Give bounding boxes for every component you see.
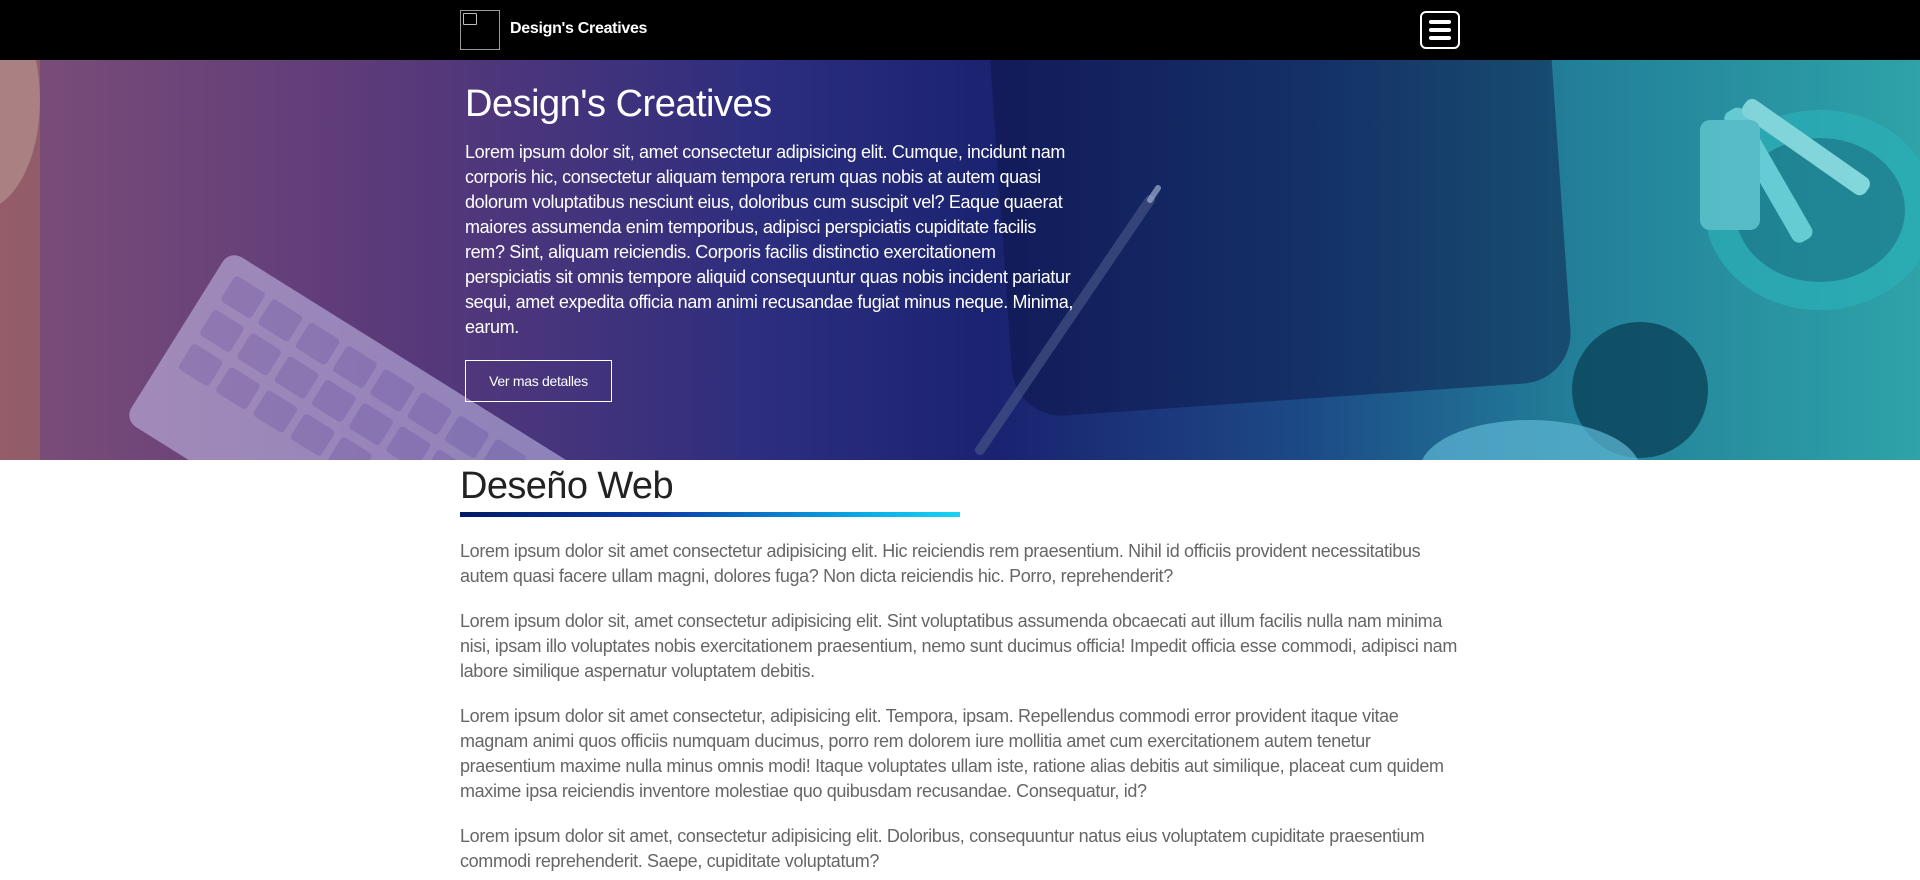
hero-description: Lorem ipsum dolor sit, amet consectetur …	[465, 142, 1074, 337]
hamburger-menu-icon-bar	[1429, 36, 1451, 40]
broken-image-icon	[463, 13, 477, 25]
section-title-underline	[460, 512, 960, 517]
section-paragraph: Lorem ipsum dolor sit amet consectetur, …	[460, 706, 1444, 801]
section-paragraph: Lorem ipsum dolor sit amet, consectetur …	[460, 826, 1425, 871]
hamburger-menu-icon	[1429, 20, 1451, 24]
section-paragraph: Lorem ipsum dolor sit amet consectetur a…	[460, 541, 1421, 586]
section-paragraph: Lorem ipsum dolor sit, amet consectetur …	[460, 611, 1457, 681]
brand-name[interactable]: Design's Creatives	[510, 20, 647, 38]
hamburger-menu-icon-bar	[1429, 28, 1451, 32]
hamburger-menu-button[interactable]	[1420, 11, 1460, 49]
section-title: Deseño Web	[460, 465, 674, 507]
navbar: Design's Creatives	[0, 0, 1920, 60]
hero-title: Design's Creatives	[465, 83, 772, 125]
brush-cup-shape	[1700, 99, 1920, 310]
hero-content: Design's Creatives Lorem ipsum dolor sit…	[465, 82, 1075, 340]
hero-banner: Design's Creatives Lorem ipsum dolor sit…	[0, 60, 1920, 460]
details-button[interactable]: Ver mas detalles	[465, 360, 612, 402]
web-design-section: Deseño Web Lorem ipsum dolor sit amet co…	[460, 460, 1460, 874]
brand-logo[interactable]	[460, 10, 500, 50]
